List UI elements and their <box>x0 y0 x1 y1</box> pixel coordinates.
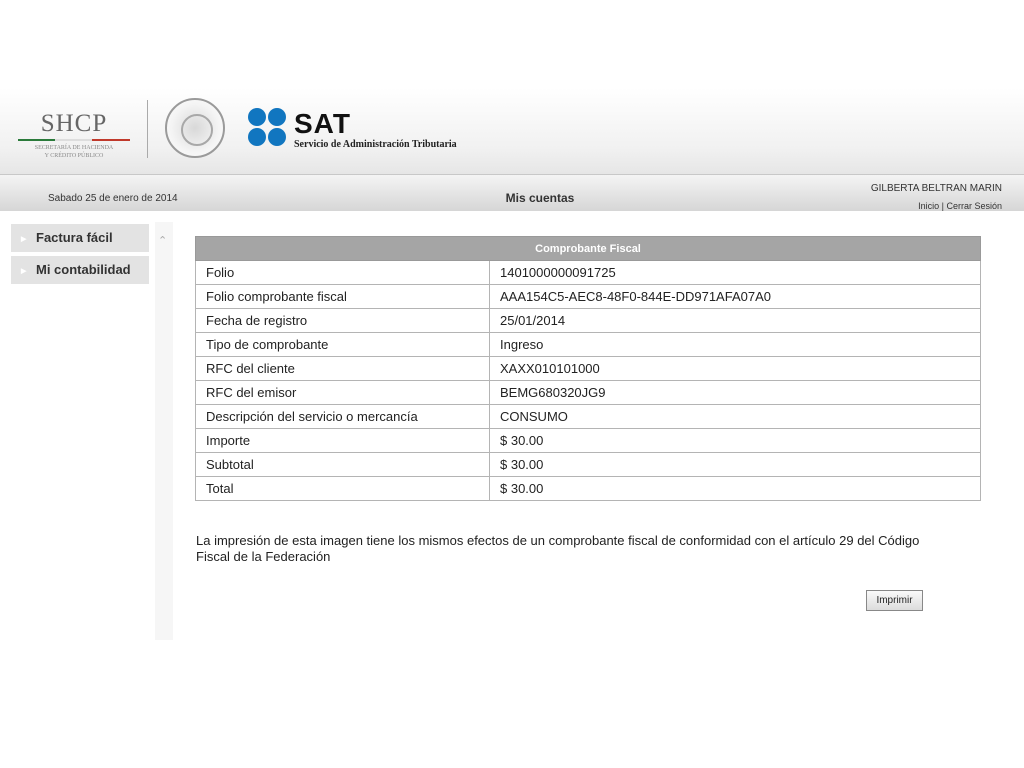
table-row: Tipo de comprobante Ingreso <box>195 332 981 357</box>
row-value: XAXX010101000 <box>489 356 981 381</box>
table-row: Folio 1401000000091725 <box>195 260 981 285</box>
sidebar-item-mi-contabilidad[interactable]: ▶ Mi contabilidad <box>11 256 149 284</box>
row-label: RFC del cliente <box>195 356 490 381</box>
receipt-title: Comprobante Fiscal <box>195 236 981 261</box>
chevron-up-icon[interactable]: ⌃ <box>158 234 167 247</box>
row-label: Tipo de comprobante <box>195 332 490 357</box>
top-bar: Sabado 25 de enero de 2014 Mis cuentas G… <box>0 174 1024 211</box>
table-row: Descripción del servicio o mercancía CONS… <box>195 404 981 429</box>
row-value: $ 30.00 <box>489 452 981 477</box>
shcp-logo-text: SHCP <box>40 110 108 137</box>
site-header: SHCP SECRETARÍA DE HACIENDA Y CRÉDITO PÚ… <box>0 88 1024 174</box>
row-label: Descripción del servicio o mercancía <box>195 404 490 429</box>
row-value: AAA154C5-AEC8-48F0-844E-DD971AFA07A0 <box>489 284 981 309</box>
triangle-right-icon: ▶ <box>21 236 27 243</box>
user-name: GILBERTA BELTRAN MARIN <box>870 183 1002 194</box>
triangle-right-icon: ▶ <box>21 268 27 275</box>
row-value: $ 30.00 <box>489 476 981 501</box>
sidebar: ▶ Factura fácil ▶ Mi contabilidad ⌃ <box>0 222 173 640</box>
row-value: BEMG680320JG9 <box>489 380 981 405</box>
row-value: CONSUMO <box>489 404 981 429</box>
row-label: Folio comprobante fiscal <box>195 284 490 309</box>
row-label: Total <box>195 476 490 501</box>
table-row: Fecha de registro 25/01/2014 <box>195 308 981 333</box>
table-row: Importe $ 30.00 <box>195 428 981 453</box>
logo-divider <box>147 100 148 158</box>
national-seal-icon <box>165 98 225 158</box>
table-row: Total $ 30.00 <box>195 476 981 501</box>
row-label: Subtotal <box>195 452 490 477</box>
sidebar-item-label: Mi contabilidad <box>36 262 131 277</box>
link-separator: | <box>941 201 944 211</box>
row-label: Folio <box>195 260 490 285</box>
sidebar-item-factura-facil[interactable]: ▶ Factura fácil <box>11 224 149 252</box>
table-row: Folio comprobante fiscal AAA154C5-AEC8-48… <box>195 284 981 309</box>
sat-logo-text: SAT <box>294 108 351 139</box>
print-button[interactable]: Imprimir <box>866 590 923 611</box>
receipt-table: Comprobante Fiscal Folio 1401000000091725… <box>195 236 981 501</box>
table-row: RFC del emisor BEMG680320JG9 <box>195 380 981 405</box>
legal-notice: La impresión de esta imagen tiene los mi… <box>196 533 920 564</box>
sat-logo-icon <box>248 108 288 148</box>
table-row: Subtotal $ 30.00 <box>195 452 981 477</box>
row-value: 1401000000091725 <box>489 260 981 285</box>
shcp-logo-stripe <box>18 139 130 141</box>
sidebar-item-label: Factura fácil <box>36 230 113 245</box>
row-label: Fecha de registro <box>195 308 490 333</box>
shcp-logo: SHCP SECRETARÍA DE HACIENDA Y CRÉDITO PÚ… <box>14 110 134 160</box>
row-value: 25/01/2014 <box>489 308 981 333</box>
row-label: Importe <box>195 428 490 453</box>
row-value: $ 30.00 <box>489 428 981 453</box>
shcp-logo-subtitle-2: Y CRÉDITO PÚBLICO <box>44 153 104 159</box>
row-value: Ingreso <box>489 332 981 357</box>
home-link[interactable]: Inicio <box>918 201 939 211</box>
table-row: RFC del cliente XAXX010101000 <box>195 356 981 381</box>
row-label: RFC del emisor <box>195 380 490 405</box>
sat-logo-subtitle: Servicio de Administración Tributaria <box>294 139 457 150</box>
session-links: Inicio | Cerrar Sesión <box>918 201 1002 211</box>
logout-link[interactable]: Cerrar Sesión <box>946 201 1002 211</box>
shcp-logo-subtitle-1: SECRETARÍA DE HACIENDA <box>34 145 114 151</box>
